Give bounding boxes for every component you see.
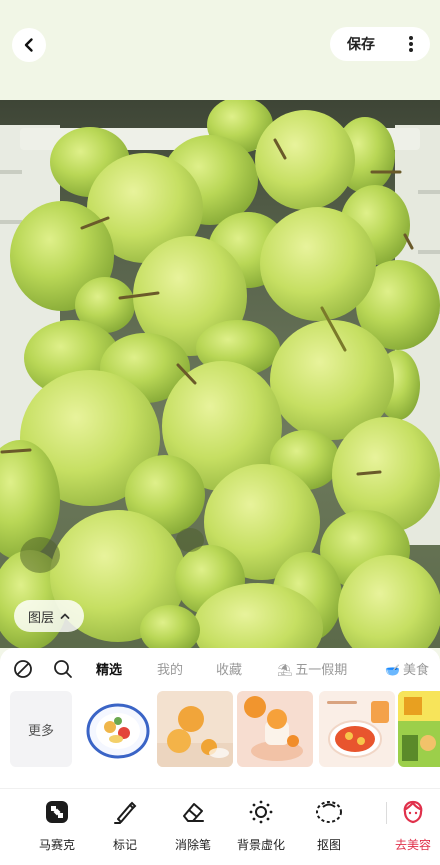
tool-cutout-label: 抠图 — [316, 838, 341, 852]
filter-thumb-food-plate[interactable] — [80, 691, 156, 767]
tool-background-blur[interactable]: 背景虚化 — [226, 798, 296, 858]
search-icon[interactable] — [52, 658, 74, 680]
tool-beauty[interactable]: 去美容 — [378, 798, 440, 858]
save-button[interactable]: 保存 — [330, 27, 392, 61]
cutout-icon — [315, 798, 343, 826]
mosaic-icon — [43, 798, 71, 826]
save-group: 保存 — [330, 27, 430, 61]
photo-editor-screen: 保存 图层 精选 我的 收藏 ⛱ 五一假期 🥣 美食 更多 马赛克 标记 消除笔… — [0, 0, 440, 865]
beauty-face-icon — [399, 798, 427, 826]
tool-mosaic-label: 马赛克 — [38, 838, 75, 852]
more-button[interactable] — [392, 27, 430, 61]
layer-label: 图层 — [27, 610, 54, 626]
chevron-left-icon — [24, 38, 33, 52]
tab-food-label: 美食 — [402, 663, 429, 678]
background-blur-icon — [247, 798, 275, 826]
no-filter-icon[interactable] — [12, 658, 34, 680]
tab-may-day-holiday[interactable]: ⛱ 五一假期 — [277, 659, 347, 678]
filter-thumb-tomato-egg[interactable] — [319, 691, 395, 767]
tool-background-blur-label: 背景虚化 — [236, 838, 285, 852]
edit-toolbar: 笔 马赛克 — [0, 798, 440, 858]
filter-tabs: 精选 我的 收藏 ⛱ 五一假期 🥣 美食 — [0, 648, 440, 688]
tool-cutout[interactable]: 抠图 — [294, 798, 364, 858]
panel-divider — [0, 788, 440, 789]
filter-thumb-orange-fruit[interactable] — [157, 691, 233, 767]
pears-photo — [0, 100, 440, 648]
tool-eraser[interactable]: 消除笔 — [158, 798, 228, 858]
tab-favorites[interactable]: 收藏 — [216, 659, 242, 678]
photo-canvas[interactable] — [0, 100, 440, 648]
tool-marker-label: 标记 — [112, 838, 137, 852]
tool-mosaic[interactable]: 马赛克 — [22, 798, 92, 858]
marker-pen-icon — [111, 798, 139, 826]
tool-eraser-label: 消除笔 — [174, 838, 211, 852]
bottom-panel: 精选 我的 收藏 ⛱ 五一假期 🥣 美食 更多 马赛克 标记 消除笔 背景虚化 … — [0, 648, 440, 865]
back-button[interactable] — [12, 28, 46, 62]
tool-marker[interactable]: 标记 — [90, 798, 160, 858]
tab-featured[interactable]: 精选 — [96, 659, 122, 678]
tool-partial[interactable]: 笔 — [0, 798, 13, 858]
more-vertical-icon — [409, 36, 413, 52]
bowl-icon: 🥣 — [385, 663, 400, 677]
beach-umbrella-icon: ⛱ — [277, 663, 293, 677]
tab-may-day-label: 五一假期 — [295, 663, 348, 678]
tab-mine[interactable]: 我的 — [157, 659, 183, 678]
filter-thumb-orange-dessert[interactable] — [237, 691, 313, 767]
eraser-icon — [179, 798, 207, 826]
filter-thumb-green-poster[interactable] — [398, 691, 440, 767]
top-bar: 保存 — [0, 0, 440, 100]
tool-beauty-label: 去美容 — [394, 838, 431, 852]
more-filters-button[interactable]: 更多 — [10, 691, 72, 767]
layer-toggle-button[interactable]: 图层 — [14, 600, 84, 632]
tab-food[interactable]: 🥣 美食 — [385, 659, 429, 678]
chevron-up-icon — [60, 613, 70, 619]
filter-thumbnails: 更多 — [0, 691, 440, 769]
